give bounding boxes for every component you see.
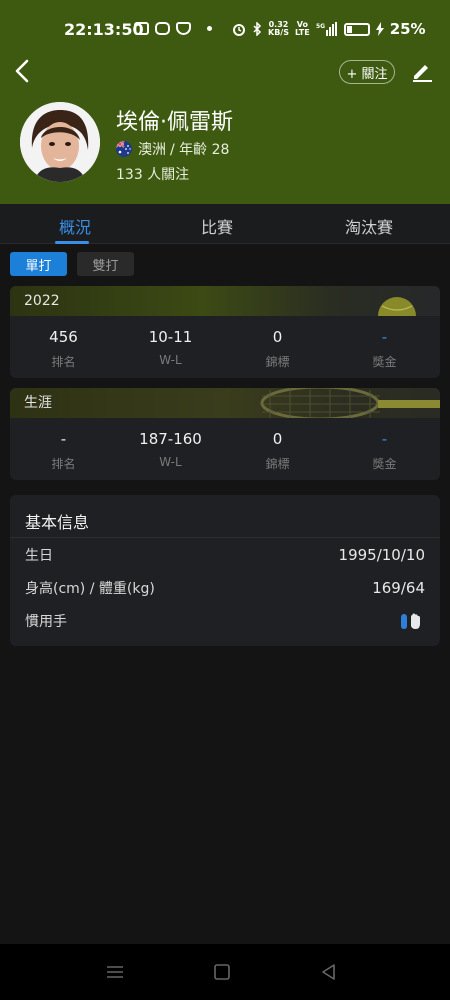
follower-count: 133 人關注 [116,167,190,183]
player-header: 22:13:50 0.32 KB/S Vo LTE 5G 25% + 關注 埃倫… [0,0,450,204]
info-value: 1995/10/10 [338,546,425,564]
stat-win-loss: 10-11 W-L [117,328,224,367]
stat-label: 獎金 [372,355,397,369]
stat-win-loss: 187-160 W-L [117,430,224,469]
home-icon[interactable] [211,962,233,982]
stat-titles: 0 錦標 [224,328,331,370]
stat-value: 456 [49,328,78,346]
info-row-height-weight: 身高(cm) / 體重(kg) 169/64 [25,578,425,598]
doubles-toggle[interactable]: 雙打 [77,252,134,276]
back-arrow-icon[interactable] [12,58,34,84]
divider [10,537,440,538]
stat-value: 10-11 [148,328,193,346]
career-stats-card: 生涯 - 排名 187-160 W-L 0 錦標 - 獎金 [10,388,440,480]
edit-pencil-icon[interactable] [410,59,434,83]
career-title: 生涯 [24,395,52,411]
system-nav-bar [0,944,450,1000]
shield-icon [176,22,191,35]
status-time: 22:13:50 [64,20,144,39]
tennis-ball-icon [378,297,416,316]
stat-value: - [60,430,67,448]
tab-knockout[interactable]: 淘汰賽 [294,214,444,238]
stat-label: 排名 [51,355,76,369]
notification-icons [134,22,212,35]
singles-toggle[interactable]: 單打 [10,252,67,276]
player-country: 澳洲 [138,142,166,158]
battery-percent: 25% [389,20,426,38]
basic-info-card: 基本信息 生日 1995/10/10 身高(cm) / 體重(kg) 169/6… [10,495,440,646]
bluetooth-icon [253,22,262,36]
tab-matches[interactable]: 比賽 [142,214,292,238]
player-meta: 澳洲 / 年齡 28 [116,139,229,159]
info-value: 169/64 [372,579,425,597]
menu-icon[interactable] [104,962,126,982]
more-dot-icon [207,26,212,31]
tennis-racket-icon [260,388,440,418]
season-title: 2022 [24,293,60,309]
volte-icon: Vo LTE [294,20,310,37]
youtube-icon [134,22,149,35]
player-age: / 年齡 28 [170,142,230,158]
stat-value: 0 [272,430,283,448]
instagram-icon [155,22,170,35]
stat-label: 錦標 [265,457,290,471]
active-tab-indicator [55,241,89,244]
stat-value: - [381,430,388,448]
info-label: 慣用手 [25,614,67,630]
career-stat-row: - 排名 187-160 W-L 0 錦標 - 獎金 [10,418,440,480]
basic-info-title: 基本信息 [25,513,90,532]
stat-prize-money: - 獎金 [331,430,438,472]
stat-value: 187-160 [139,430,202,448]
stat-label: W-L [159,353,182,367]
follow-button[interactable]: + 關注 [339,60,395,84]
signal-icon: 5G [316,22,337,36]
player-name: 埃倫·佩雷斯 [116,110,233,135]
info-label: 生日 [25,548,53,564]
charging-icon [375,22,384,36]
alarm-icon [233,24,245,36]
network-speed: 0.32 KB/S [268,20,289,37]
status-bar: 22:13:50 0.32 KB/S Vo LTE 5G 25% [0,0,450,60]
stat-ranking: - 排名 [10,430,117,472]
season-stats-card: 2022 456 排名 10-11 W-L 0 錦標 - 獎金 [10,286,440,378]
tab-bar: 概況 比賽 淘汰賽 [0,204,450,244]
hands-icon [401,613,420,629]
stat-value: 0 [272,328,283,346]
info-label: 身高(cm) / 體重(kg) [25,581,155,597]
svg-text:5G: 5G [316,23,325,30]
system-icons: 0.32 KB/S Vo LTE 5G 25% [232,20,426,38]
info-row-handedness: 慣用手 [25,611,425,631]
australia-flag-icon [116,141,132,157]
player-avatar [20,102,100,182]
season-card-header: 2022 [10,286,440,316]
stat-label: 錦標 [265,355,290,369]
stat-ranking: 456 排名 [10,328,117,370]
battery-icon [343,22,370,36]
tab-overview[interactable]: 概況 [0,214,150,238]
stat-titles: 0 錦標 [224,430,331,472]
stat-label: W-L [159,455,182,469]
season-stat-row: 456 排名 10-11 W-L 0 錦標 - 獎金 [10,316,440,378]
stat-value: - [381,328,388,346]
back-icon[interactable] [318,962,340,982]
stat-prize-money: - 獎金 [331,328,438,370]
stat-label: 獎金 [372,457,397,471]
stat-label: 排名 [51,457,76,471]
info-row-birthday: 生日 1995/10/10 [25,545,425,565]
career-card-header: 生涯 [10,388,440,418]
